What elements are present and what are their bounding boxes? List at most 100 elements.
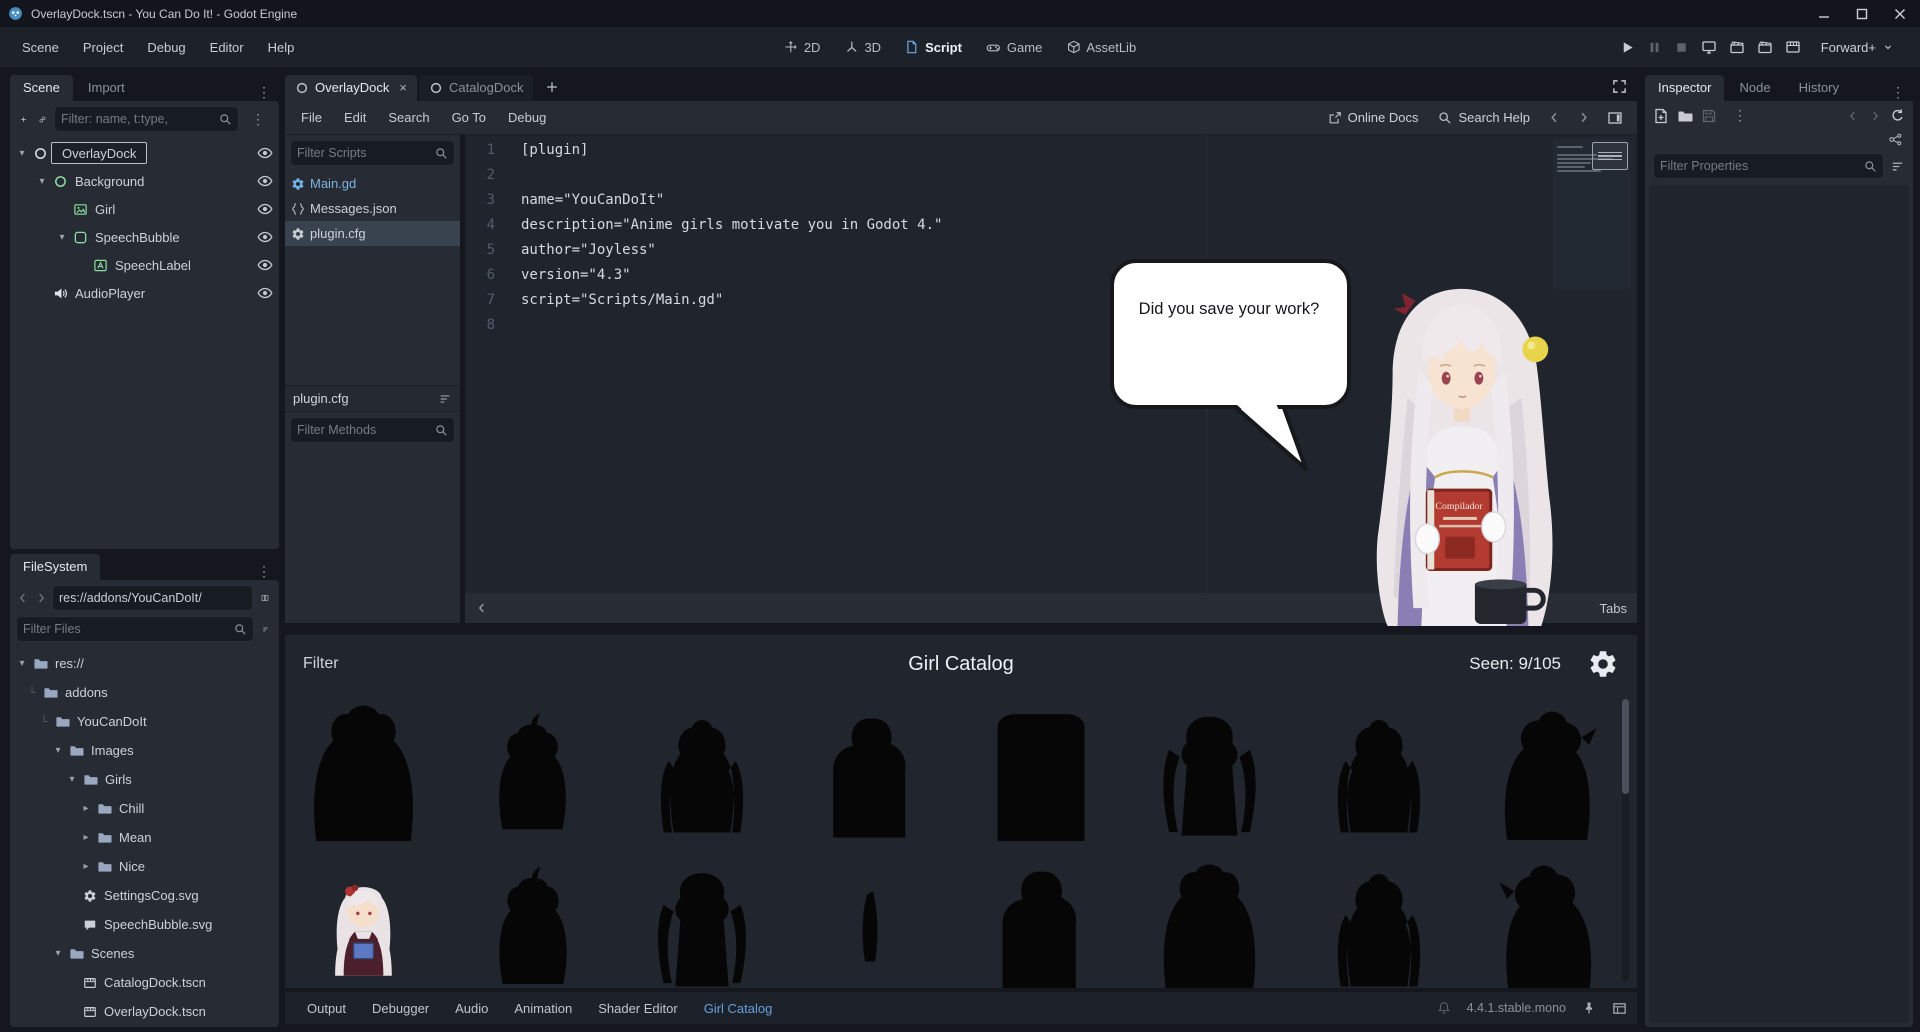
context-script[interactable]: Script <box>895 35 972 60</box>
fs-item-addons[interactable]: └ addons <box>10 678 279 707</box>
expand-bottom-panel-icon[interactable] <box>1612 1001 1627 1016</box>
script-item-messages-json[interactable]: Messages.json <box>285 196 460 221</box>
tab-node[interactable]: Node <box>1726 75 1783 101</box>
fullscreen-icon[interactable] <box>1612 79 1627 94</box>
filter-methods-field[interactable] <box>297 423 435 437</box>
dock-menu-icon[interactable]: ⋮ <box>1883 84 1913 101</box>
girl-silhouette[interactable] <box>1317 847 1442 988</box>
tab-inspector[interactable]: Inspector <box>1645 75 1725 101</box>
add-node-button[interactable] <box>16 112 31 127</box>
filter-properties-field[interactable] <box>1660 159 1864 173</box>
fs-item-overlaydock-tscn[interactable]: OverlayDock.tscn <box>10 997 279 1026</box>
scene-filter-input[interactable] <box>54 106 239 132</box>
girl-silhouette[interactable] <box>809 693 934 841</box>
menu-help[interactable]: Help <box>256 34 307 61</box>
girl-silhouette[interactable] <box>1317 693 1442 841</box>
filter-scripts-field[interactable] <box>297 146 435 160</box>
bottom-tab-animation[interactable]: Animation <box>502 996 584 1021</box>
girl-silhouette[interactable] <box>640 693 765 841</box>
script-menu-search[interactable]: Search <box>378 106 439 129</box>
close-button[interactable] <box>1894 8 1906 20</box>
girl-silhouette[interactable] <box>978 847 1103 988</box>
girl-catalog-unlocked-girl[interactable] <box>301 847 426 988</box>
visibility-eye-icon[interactable] <box>257 173 273 189</box>
fs-item-chill[interactable]: ▸ Chill <box>10 794 279 823</box>
catalog-settings-gear-icon[interactable] <box>1587 648 1619 680</box>
girl-silhouette[interactable] <box>1147 847 1272 988</box>
code-line[interactable]: 3 name="YouCanDoIt" <box>465 188 1637 213</box>
catalog-scrollbar[interactable] <box>1622 699 1629 982</box>
movie-maker-icon[interactable] <box>1785 39 1801 55</box>
bottom-tab-debugger[interactable]: Debugger <box>360 996 441 1021</box>
visibility-eye-icon[interactable] <box>257 257 273 273</box>
minimap-viewport[interactable] <box>1592 142 1628 170</box>
inspector-back-icon[interactable] <box>1846 109 1860 123</box>
scene-node-speechbubble[interactable]: ▾ SpeechBubble <box>10 223 279 251</box>
play-button[interactable] <box>1620 40 1635 55</box>
scene-node-speechlabel[interactable]: SpeechLabel <box>10 251 279 279</box>
tab-filesystem[interactable]: FileSystem <box>10 554 101 580</box>
tab-catalogdock[interactable]: CatalogDock <box>419 75 534 101</box>
fs-item-images[interactable]: ▾ Images <box>10 736 279 765</box>
bottom-tab-shader-editor[interactable]: Shader Editor <box>586 996 690 1021</box>
filter-properties-input[interactable] <box>1653 153 1884 179</box>
context-3d[interactable]: 3D <box>834 35 891 60</box>
renderer-select[interactable]: Forward+ <box>1813 36 1902 59</box>
menu-editor[interactable]: Editor <box>198 34 256 61</box>
girl-silhouette[interactable] <box>301 693 426 841</box>
instance-scene-button[interactable] <box>35 112 50 127</box>
fs-item-res[interactable]: ▾ res:// <box>10 649 279 678</box>
code-line[interactable]: 5 author="Joyless" <box>465 238 1637 263</box>
object-connections-icon[interactable] <box>1888 132 1903 147</box>
dock-menu-icon[interactable]: ⋮ <box>249 563 279 580</box>
girl-silhouette[interactable] <box>1147 693 1272 841</box>
tab-import[interactable]: Import <box>75 75 138 101</box>
split-view-icon[interactable] <box>257 590 273 606</box>
sort-members-icon[interactable] <box>438 392 452 406</box>
fs-item-girls[interactable]: ▾ Girls <box>10 765 279 794</box>
code-minimap[interactable] <box>1553 139 1631 289</box>
collapse-panel-icon[interactable] <box>475 601 489 615</box>
tabs-toggle[interactable]: Tabs <box>1600 601 1627 616</box>
filter-methods-input[interactable] <box>290 417 455 443</box>
fs-path-input[interactable] <box>52 585 253 611</box>
collapse-icon[interactable]: ▾ <box>54 232 70 243</box>
fs-item-catalogdock-tscn[interactable]: CatalogDock.tscn <box>10 968 279 997</box>
fs-filter-field[interactable] <box>23 622 234 636</box>
girl-silhouette[interactable] <box>470 847 595 988</box>
code-line[interactable]: 2 <box>465 163 1637 188</box>
nav-forward-icon[interactable] <box>34 591 48 605</box>
context-game[interactable]: Game <box>976 35 1052 60</box>
tab-history[interactable]: History <box>1786 75 1852 101</box>
sort-files-icon[interactable] <box>258 622 273 637</box>
load-resource-folder-icon[interactable] <box>1677 108 1693 124</box>
script-menu-edit[interactable]: Edit <box>334 106 376 129</box>
script-item-main-gd[interactable]: Main.gd <box>285 171 460 196</box>
code-line[interactable]: 4 description="Anime girls motivate you i… <box>465 213 1637 238</box>
context-2d[interactable]: 2D <box>774 35 831 60</box>
fs-item-nice[interactable]: ▸ Nice <box>10 852 279 881</box>
fs-item-settingscog[interactable]: SettingsCog.svg <box>10 881 279 910</box>
visibility-eye-icon[interactable] <box>257 285 273 301</box>
bottom-tab-audio[interactable]: Audio <box>443 996 500 1021</box>
filter-scripts-input[interactable] <box>290 140 455 166</box>
menu-debug[interactable]: Debug <box>135 34 197 61</box>
girl-silhouette[interactable] <box>978 693 1103 841</box>
fs-item-scenes[interactable]: ▾ Scenes <box>10 939 279 968</box>
girl-silhouette[interactable] <box>1486 847 1611 988</box>
scene-tools-menu-icon[interactable]: ⋮ <box>243 111 273 128</box>
scene-node-girl[interactable]: Girl <box>10 195 279 223</box>
property-sort-icon[interactable] <box>1890 159 1905 174</box>
new-resource-icon[interactable] <box>1653 108 1669 124</box>
nav-back-icon[interactable] <box>16 591 30 605</box>
new-tab-icon[interactable] <box>545 80 559 94</box>
collapse-icon[interactable]: ▾ <box>14 148 30 159</box>
script-menu-debug[interactable]: Debug <box>498 106 556 129</box>
pause-button[interactable] <box>1647 40 1662 55</box>
notification-bell-icon[interactable] <box>1437 1001 1451 1015</box>
script-item-plugin-cfg[interactable]: plugin.cfg <box>285 221 460 246</box>
scene-node-audioplayer[interactable]: AudioPlayer <box>10 279 279 307</box>
visibility-eye-icon[interactable] <box>257 229 273 245</box>
girl-silhouette[interactable] <box>470 693 595 841</box>
maximize-button[interactable] <box>1856 8 1868 20</box>
